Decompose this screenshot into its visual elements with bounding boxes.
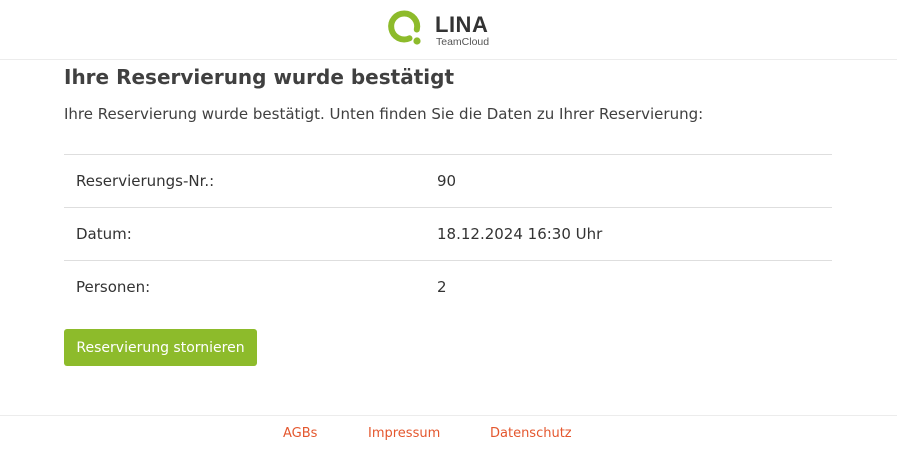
lina-logo[interactable]: LINA TeamCloud (386, 8, 506, 50)
date-label: Datum: (64, 207, 425, 261)
header: LINA TeamCloud (0, 0, 897, 60)
reservation-number-label: Reservierungs-Nr.: (64, 154, 425, 208)
logo-wordmark: LINA (435, 12, 489, 37)
table-row: Personen: 2 (64, 260, 832, 313)
footer: AGBs Impressum Datenschutz (0, 415, 897, 476)
footer-link-agb[interactable]: AGBs (283, 425, 317, 443)
table-row: Datum: 18.12.2024 16:30 Uhr (64, 207, 832, 261)
date-value: 18.12.2024 16:30 Uhr (425, 207, 832, 261)
footer-link-datenschutz[interactable]: Datenschutz (490, 425, 572, 443)
lina-logo-icon (388, 10, 421, 45)
logo-subtitle: TeamCloud (436, 36, 490, 48)
persons-value: 2 (425, 260, 832, 313)
reservation-details-table: Reservierungs-Nr.: 90 Datum: 18.12.2024 … (64, 154, 832, 313)
cancel-reservation-button[interactable]: Reservierung stornieren (64, 329, 257, 366)
persons-label: Personen: (64, 260, 425, 313)
table-row: Reservierungs-Nr.: 90 (64, 154, 832, 208)
footer-link-impressum[interactable]: Impressum (368, 425, 440, 443)
page-title: Ihre Reservierung wurde bestätigt (64, 65, 454, 89)
intro-text: Ihre Reservierung wurde bestätigt. Unten… (64, 105, 704, 123)
reservation-number-value: 90 (425, 154, 832, 208)
